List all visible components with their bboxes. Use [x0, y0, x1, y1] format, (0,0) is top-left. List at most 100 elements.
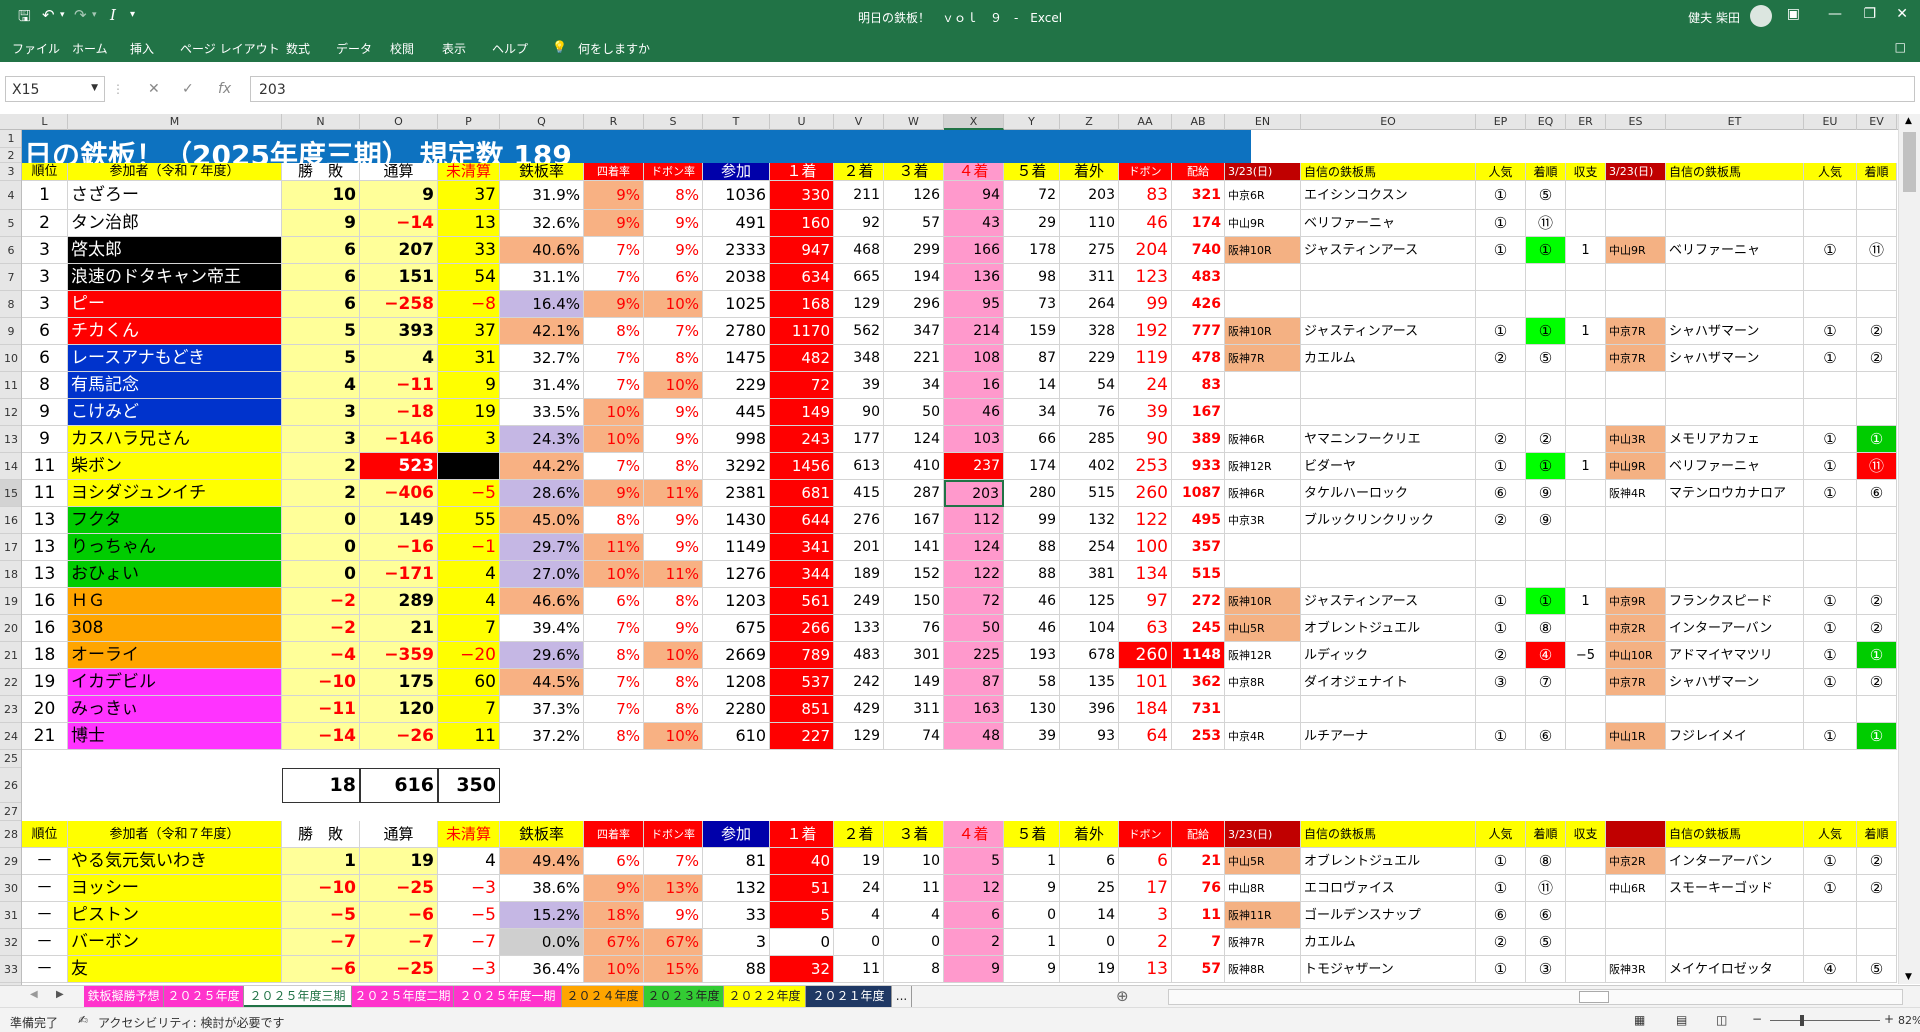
sub-cell-y[interactable]: 1 [1004, 929, 1060, 956]
cell-eu[interactable]: ① [1804, 669, 1857, 696]
column-header-eu[interactable]: EU [1804, 114, 1857, 130]
sub-cell-eo[interactable]: トモジャザーン [1301, 956, 1476, 983]
cell-z[interactable]: 135 [1060, 669, 1119, 696]
cell-en[interactable]: 中山9R [1225, 210, 1301, 237]
cell-eo[interactable]: タケルハーロック [1301, 480, 1476, 507]
cell-y[interactable]: 98 [1004, 264, 1060, 291]
cell-eu[interactable]: ① [1804, 453, 1857, 480]
cell-l[interactable]: 6 [22, 318, 68, 345]
cell-l[interactable]: 19 [22, 669, 68, 696]
horizontal-scroll-thumb[interactable] [1579, 991, 1609, 1003]
column-header-ep[interactable]: EP [1476, 114, 1526, 130]
cell-es[interactable]: 中京7R [1606, 345, 1666, 372]
cell-z[interactable]: 396 [1060, 696, 1119, 723]
sub-cell-et[interactable] [1666, 902, 1804, 929]
sub-cell-es[interactable] [1606, 929, 1666, 956]
cell-u[interactable]: 561 [770, 588, 834, 615]
cell-x[interactable]: 112 [944, 507, 1004, 534]
cell-es[interactable] [1606, 399, 1666, 426]
cell-t[interactable]: 445 [703, 399, 770, 426]
cell-eo[interactable] [1301, 291, 1476, 318]
cell-aa[interactable]: 24 [1119, 372, 1172, 399]
cell-o[interactable]: −146 [360, 426, 438, 453]
sub-cell-eq[interactable]: ⑪ [1526, 875, 1566, 902]
cell-et[interactable]: マテンロウカナロア [1666, 480, 1804, 507]
cell-ab[interactable]: 426 [1172, 291, 1225, 318]
cell-eu[interactable] [1804, 181, 1857, 210]
sub-cell-w[interactable]: 0 [884, 929, 944, 956]
cell-l[interactable]: 6 [22, 345, 68, 372]
sheet-tab-9[interactable]: ... [892, 986, 912, 1007]
cell-p[interactable]: 31 [438, 345, 500, 372]
cell-et[interactable] [1666, 210, 1804, 237]
cell-y[interactable]: 130 [1004, 696, 1060, 723]
cell-l[interactable]: 3 [22, 291, 68, 318]
cell-et[interactable] [1666, 534, 1804, 561]
cancel-icon[interactable]: ✕ [148, 81, 160, 97]
column-header-ev[interactable]: EV [1857, 114, 1897, 130]
cell-ep[interactable]: ① [1476, 453, 1526, 480]
cell-l[interactable]: 20 [22, 696, 68, 723]
cell-v[interactable]: 468 [834, 237, 884, 264]
cell-ep[interactable] [1476, 399, 1526, 426]
sheet-tab-2[interactable]: ２０２５年度三期 [244, 986, 352, 1007]
cell-m[interactable]: 有馬記念 [68, 372, 282, 399]
cell-eo[interactable]: ベリファーニャ [1301, 210, 1476, 237]
enter-icon[interactable]: ✓ [182, 81, 194, 97]
sub-cell-w[interactable]: 8 [884, 956, 944, 983]
sub-cell-p[interactable]: −7 [438, 929, 500, 956]
cell-p[interactable]: 37 [438, 181, 500, 210]
cell-er[interactable] [1566, 507, 1606, 534]
cell-eo[interactable]: ブルックリンクリック [1301, 507, 1476, 534]
cell-q[interactable]: 37.2% [500, 723, 584, 750]
cell-ab[interactable]: 389 [1172, 426, 1225, 453]
cell-v[interactable]: 249 [834, 588, 884, 615]
cell-er[interactable] [1566, 426, 1606, 453]
cell-v[interactable]: 189 [834, 561, 884, 588]
cell-r[interactable]: 7% [584, 615, 644, 642]
column-header-p[interactable]: P [438, 114, 500, 130]
row-header-9[interactable]: 9 [0, 318, 21, 345]
sub-cell-v[interactable]: 4 [834, 902, 884, 929]
cell-ab[interactable]: 1148 [1172, 642, 1225, 669]
sub-cell-p[interactable]: −3 [438, 875, 500, 902]
cell-r[interactable]: 8% [584, 723, 644, 750]
sub-cell-w[interactable]: 11 [884, 875, 944, 902]
tab-review[interactable]: 校閲 [390, 40, 414, 57]
cell-y[interactable]: 72 [1004, 181, 1060, 210]
cell-w[interactable]: 410 [884, 453, 944, 480]
sub-cell-eu[interactable]: ④ [1804, 956, 1857, 983]
cell-o[interactable]: 393 [360, 318, 438, 345]
cell-l[interactable]: 16 [22, 588, 68, 615]
tab-formulas[interactable]: 数式 [286, 40, 310, 57]
cell-u[interactable]: 947 [770, 237, 834, 264]
cell-aa[interactable]: 101 [1119, 669, 1172, 696]
cell-et[interactable] [1666, 399, 1804, 426]
cell-y[interactable]: 159 [1004, 318, 1060, 345]
sub-cell-z[interactable]: 19 [1060, 956, 1119, 983]
sub-cell-en[interactable]: 阪神11R [1225, 902, 1301, 929]
cell-en[interactable] [1225, 561, 1301, 588]
cell-er[interactable] [1566, 345, 1606, 372]
sub-cell-ep[interactable]: ⑥ [1476, 902, 1526, 929]
cell-aa[interactable]: 192 [1119, 318, 1172, 345]
sub-cell-p[interactable]: −3 [438, 956, 500, 983]
zoom-in-icon[interactable]: + [1884, 1012, 1894, 1026]
cell-w[interactable]: 299 [884, 237, 944, 264]
sub-cell-x[interactable]: 2 [944, 929, 1004, 956]
cell-q[interactable]: 37.3% [500, 696, 584, 723]
cell-es[interactable] [1606, 372, 1666, 399]
row-header-16[interactable]: 16 [0, 507, 21, 534]
cell-aa[interactable]: 83 [1119, 181, 1172, 210]
cell-x[interactable]: 103 [944, 426, 1004, 453]
cell-et[interactable]: シャハザマーン [1666, 318, 1804, 345]
cell-en[interactable]: 中京3R [1225, 507, 1301, 534]
cell-o[interactable]: 149 [360, 507, 438, 534]
horizontal-scrollbar[interactable] [1168, 989, 1903, 1005]
sub-cell-ep[interactable]: ② [1476, 929, 1526, 956]
cell-eo[interactable] [1301, 372, 1476, 399]
cell-eq[interactable]: ④ [1526, 642, 1566, 669]
cell-q[interactable]: 31.4% [500, 372, 584, 399]
cell-z[interactable]: 76 [1060, 399, 1119, 426]
cell-et[interactable]: メモリアカフェ [1666, 426, 1804, 453]
